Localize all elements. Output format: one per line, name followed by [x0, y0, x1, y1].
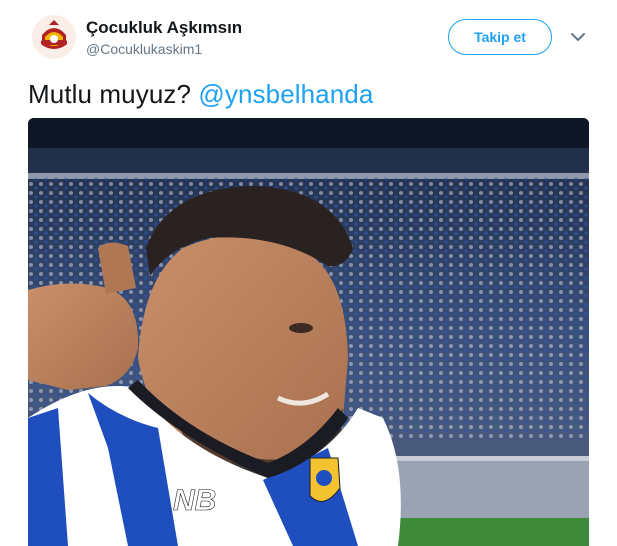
- follow-button[interactable]: Takip et: [448, 19, 552, 55]
- club-emblem-icon: [32, 15, 76, 59]
- tweet-text: Mutlu muyuz? @ynsbelhanda: [28, 79, 373, 110]
- svg-text:NB: NB: [173, 484, 216, 517]
- avatar[interactable]: [32, 15, 76, 59]
- new-balance-logo: NB: [173, 484, 217, 518]
- mention-link[interactable]: @ynsbelhanda: [198, 79, 373, 109]
- tweet-body-text: Mutlu muyuz?: [28, 79, 192, 109]
- user-handle[interactable]: @Cocuklukaskim1: [86, 41, 202, 57]
- chevron-down-icon[interactable]: [570, 31, 586, 43]
- tweet-media-image[interactable]: NB: [28, 118, 589, 546]
- stadium-photo: NB: [28, 118, 589, 546]
- display-name[interactable]: Çocukluk Aşkımsın: [86, 18, 242, 38]
